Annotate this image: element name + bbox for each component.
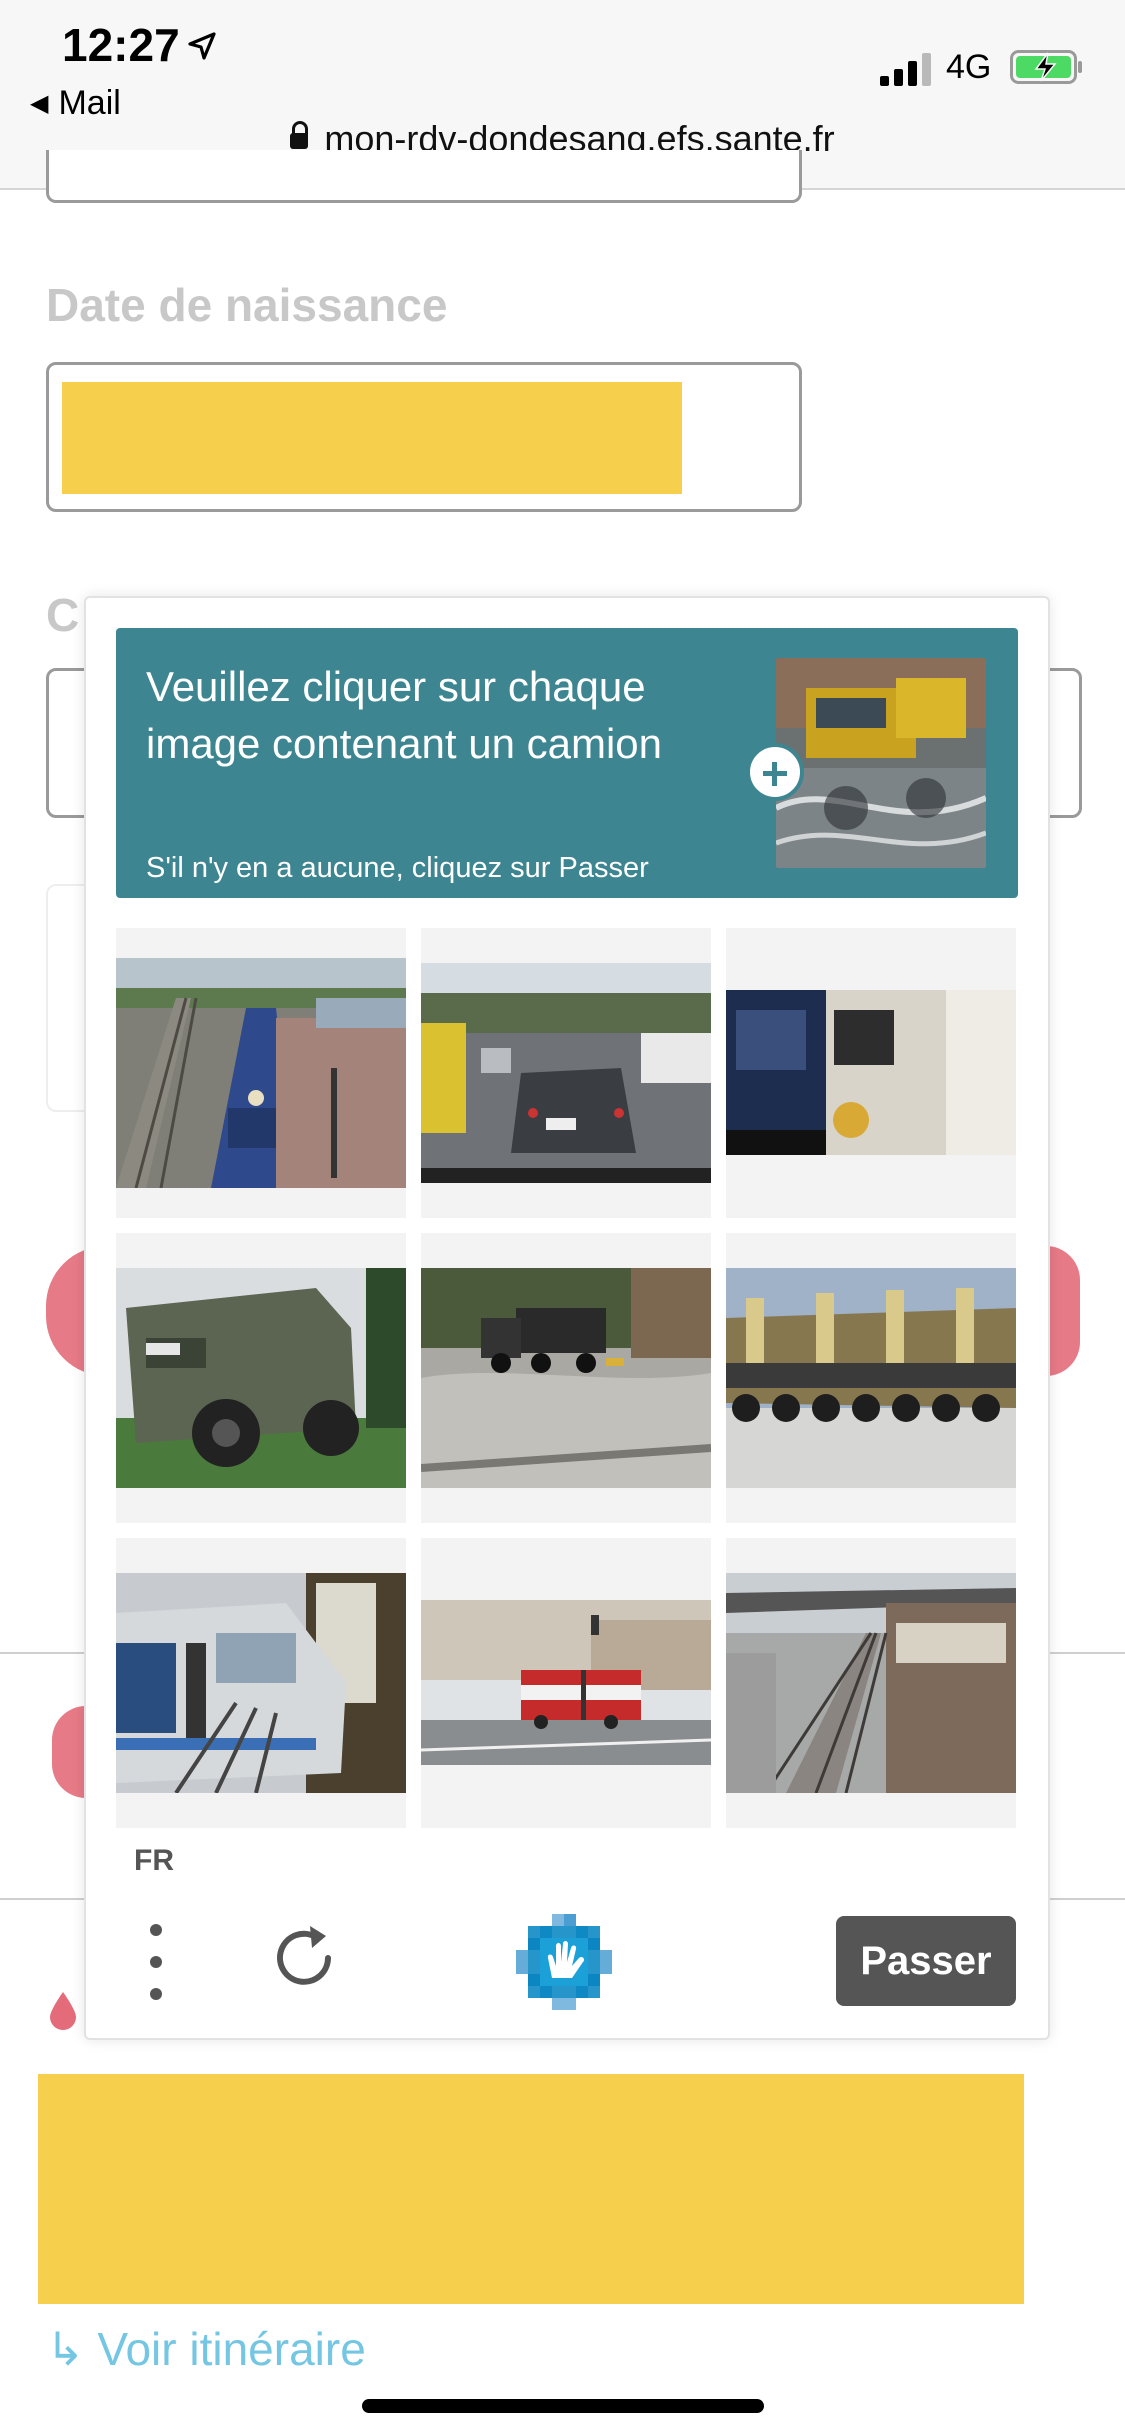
hcaptcha-logo-icon	[516, 1914, 612, 2010]
captcha-hint: S'il n'y en a aucune, cliquez sur Passer	[146, 852, 649, 884]
captcha-menu-icon[interactable]	[150, 1924, 162, 2000]
skip-button[interactable]: Passer	[836, 1916, 1016, 2006]
captcha-challenge-dialog: Veuillez cliquer sur chaque image conten…	[84, 596, 1050, 2040]
captcha-tile-3[interactable]	[726, 928, 1016, 1218]
captcha-instruction: Veuillez cliquer sur chaque image conten…	[146, 663, 662, 767]
back-app-label: Mail	[58, 84, 121, 122]
clock: 12:27	[62, 19, 180, 71]
turn-arrow-icon: ↳	[46, 2323, 98, 2375]
back-triangle-icon: ◀	[30, 90, 49, 117]
captcha-tile-6[interactable]	[726, 1233, 1016, 1523]
captcha-tile-5[interactable]	[421, 1233, 711, 1523]
captcha-prompt-banner: Veuillez cliquer sur chaque image conten…	[116, 628, 1018, 898]
redacted-birth-date	[62, 382, 682, 494]
blood-drop-icon	[50, 1992, 76, 2030]
captcha-tile-1[interactable]	[116, 928, 406, 1218]
captcha-tile-4[interactable]	[116, 1233, 406, 1523]
captcha-tile-8[interactable]	[421, 1538, 711, 1828]
captcha-tile-7[interactable]	[116, 1538, 406, 1828]
network-type: 4G	[946, 48, 992, 86]
battery-charging-icon	[1010, 50, 1082, 84]
redacted-address-block	[38, 2074, 1024, 2304]
captcha-tile-2[interactable]	[421, 928, 711, 1218]
expand-example-icon[interactable]	[746, 743, 804, 801]
home-indicator[interactable]	[362, 2399, 764, 2413]
background-button-right[interactable]	[1046, 1246, 1080, 1376]
captcha-tile-9[interactable]	[726, 1538, 1016, 1828]
birth-date-label: Date de naissance	[46, 279, 448, 331]
location-arrow-icon	[188, 32, 216, 60]
example-image	[776, 658, 986, 868]
partial-field-label: C	[46, 589, 80, 641]
lock-icon	[290, 121, 309, 149]
background-badge-left	[52, 1706, 86, 1798]
route-link[interactable]: ↳ Voir itinéraire	[46, 2322, 366, 2376]
cell-signal-icon	[880, 52, 934, 86]
refresh-icon[interactable]	[266, 1920, 342, 1996]
language-selector[interactable]: FR	[134, 1844, 174, 1878]
previous-input-field[interactable]	[46, 150, 802, 203]
